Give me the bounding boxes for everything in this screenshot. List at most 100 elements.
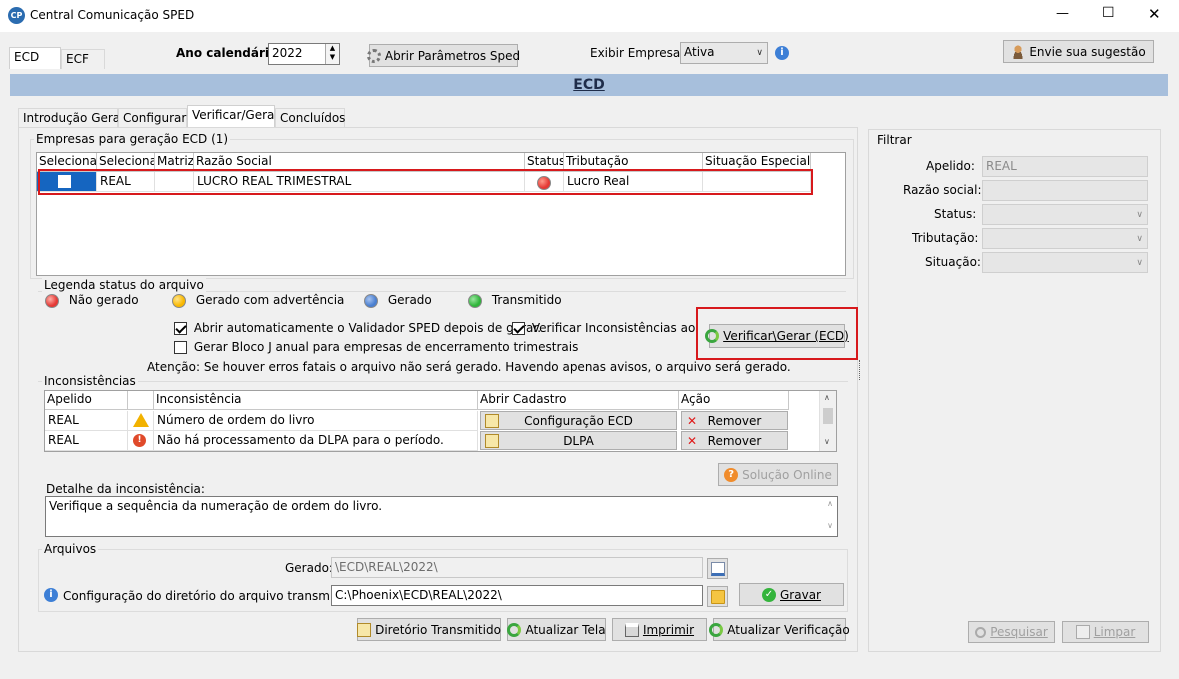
splitter-handle[interactable] bbox=[859, 360, 862, 380]
title-bar: CP Central Comunicação SPED — ☐ ✕ bbox=[0, 0, 1179, 32]
show-companies-select[interactable]: Ativa ∨ bbox=[680, 42, 768, 64]
filter-razao-label: Razão social: bbox=[903, 183, 982, 197]
generated-path-value: \ECD\REAL\2022\ bbox=[335, 560, 438, 574]
open-dlpa-button[interactable]: DLPA bbox=[480, 431, 677, 450]
browse-folder-button[interactable] bbox=[707, 586, 728, 607]
transmitted-dir-button[interactable]: Diretório Transmitido bbox=[357, 618, 501, 641]
print-label: Imprimir bbox=[642, 622, 695, 637]
filter-apelido-value: REAL bbox=[986, 159, 1017, 173]
refresh-screen-button[interactable]: Atualizar Tela bbox=[507, 618, 606, 641]
legend-item-gerado: Gerado bbox=[364, 293, 432, 308]
scroll-down-icon[interactable]: ∨ bbox=[824, 437, 830, 446]
auto-validator-label: Abrir automaticamente o Validador SPED d… bbox=[193, 321, 542, 335]
print-button[interactable]: Imprimir bbox=[612, 618, 707, 641]
detail-textarea[interactable]: Verifique a sequência da numeração de or… bbox=[45, 496, 838, 537]
legend-label: Gerado bbox=[387, 293, 432, 307]
legend-label: Transmitido bbox=[491, 293, 562, 307]
filter-status-label: Status: bbox=[934, 207, 977, 221]
edit-generated-button[interactable] bbox=[707, 558, 728, 579]
tab-concluidos[interactable]: Concluídos bbox=[275, 108, 345, 127]
tab-ecd[interactable]: ECD bbox=[9, 47, 61, 69]
filter-situacao-select[interactable]: ∨ bbox=[982, 252, 1148, 273]
check-icon: ✓ bbox=[762, 587, 776, 602]
col-abrir-cadastro[interactable]: Abrir Cadastro bbox=[478, 391, 679, 410]
scroll-up-icon[interactable]: ∧ bbox=[827, 499, 833, 508]
send-suggestion-label: Envie sua sugestão bbox=[1029, 44, 1146, 59]
open-params-label: Abrir Parâmetros Sped bbox=[384, 48, 521, 63]
config-dir-label: Configuração do diretório do arquivo tra… bbox=[63, 589, 361, 603]
auto-validator-checkbox[interactable] bbox=[174, 322, 187, 335]
legend-label: Não gerado bbox=[68, 293, 139, 307]
tab-ecf[interactable]: ECF bbox=[61, 49, 105, 69]
update-verification-label: Atualizar Verificação bbox=[727, 622, 850, 637]
tab-ecf-label: ECF bbox=[66, 52, 89, 66]
table-row[interactable]: REAL Número de ordem do livro Configuraç… bbox=[45, 411, 805, 431]
option-bloco-j[interactable]: Gerar Bloco J anual para empresas de enc… bbox=[174, 340, 578, 354]
search-icon bbox=[975, 626, 987, 638]
window-title: Central Comunicação SPED bbox=[30, 8, 195, 22]
check-inconsistencies-checkbox[interactable] bbox=[512, 322, 525, 335]
send-suggestion-button[interactable]: Envie sua sugestão bbox=[1003, 40, 1154, 63]
table-row[interactable]: REAL ! Não há processamento da DLPA para… bbox=[45, 431, 805, 451]
col-acao[interactable]: Ação bbox=[679, 391, 789, 410]
refresh-icon bbox=[507, 622, 522, 637]
maximize-button[interactable]: ☐ bbox=[1102, 5, 1115, 21]
tab-configurar-label: Configurar bbox=[123, 111, 187, 125]
filter-razao-input[interactable] bbox=[982, 180, 1148, 201]
chevron-down-icon: ∨ bbox=[1136, 233, 1143, 244]
remove-button[interactable]: ✕ Remover bbox=[681, 431, 788, 450]
eraser-icon bbox=[1075, 625, 1090, 639]
filter-status-select[interactable]: ∨ bbox=[982, 204, 1148, 225]
year-spinner[interactable]: ▲ ▼ bbox=[325, 44, 339, 64]
tab-introducao-label: Introdução Geral bbox=[23, 111, 124, 125]
bloco-j-checkbox[interactable] bbox=[174, 341, 187, 354]
open-params-button[interactable]: Abrir Parâmetros Sped bbox=[366, 44, 521, 67]
online-solution-button[interactable]: ? Solução Online bbox=[718, 463, 838, 486]
tab-introducao[interactable]: Introdução Geral bbox=[18, 108, 124, 127]
inc-apelido: REAL bbox=[45, 411, 128, 431]
open-config-ecd-button[interactable]: Configuração ECD bbox=[480, 411, 677, 430]
filter-apelido-input[interactable]: REAL bbox=[982, 156, 1148, 177]
close-button[interactable]: ✕ bbox=[1148, 5, 1161, 23]
remove-label: Remover bbox=[707, 433, 762, 448]
inc-level bbox=[128, 411, 154, 431]
attention-text: Atenção: Se houver erros fatais o arquiv… bbox=[147, 360, 791, 374]
remove-button[interactable]: ✕ Remover bbox=[681, 411, 788, 430]
col-apelido[interactable]: Apelido bbox=[45, 391, 128, 410]
user-icon bbox=[1011, 44, 1026, 59]
inconsistencies-scrollbar[interactable]: ∧ ∨ bbox=[819, 391, 836, 451]
tab-concluidos-label: Concluídos bbox=[280, 111, 346, 125]
save-button[interactable]: ✓ Gravar bbox=[739, 583, 844, 606]
clear-button[interactable]: Limpar bbox=[1062, 621, 1149, 643]
info-icon[interactable]: i bbox=[775, 46, 789, 60]
config-dir-input[interactable]: C:\Phoenix\ECD\REAL\2022\ bbox=[331, 585, 703, 606]
config-dir-value: C:\Phoenix\ECD\REAL\2022\ bbox=[335, 588, 502, 602]
generated-path-input[interactable]: \ECD\REAL\2022\ bbox=[331, 557, 703, 578]
section-header: ECD bbox=[10, 74, 1168, 96]
filter-tributacao-select[interactable]: ∨ bbox=[982, 228, 1148, 249]
search-button[interactable]: Pesquisar bbox=[968, 621, 1055, 643]
refresh-icon bbox=[709, 622, 724, 637]
green-dot-icon bbox=[468, 293, 482, 308]
tab-configurar[interactable]: Configurar bbox=[118, 108, 187, 127]
col-inconsistencia[interactable]: Inconsistência bbox=[154, 391, 478, 410]
scroll-thumb[interactable] bbox=[823, 408, 833, 424]
companies-group-title: Empresas para geração ECD (1) bbox=[34, 132, 231, 146]
tab-verificar-gerar[interactable]: Verificar/Gerar bbox=[187, 105, 279, 127]
inconsistencies-title: Inconsistências bbox=[42, 374, 138, 388]
scroll-down-icon[interactable]: ∨ bbox=[827, 521, 833, 530]
inconsistencies-grid[interactable]: Apelido Inconsistência Abrir Cadastro Aç… bbox=[44, 390, 837, 452]
generated-label: Gerado: bbox=[285, 561, 333, 575]
scroll-up-icon[interactable]: ∧ bbox=[824, 393, 830, 402]
update-verification-button[interactable]: Atualizar Verificação bbox=[709, 618, 850, 641]
year-input[interactable]: 2022 ▲ ▼ bbox=[268, 43, 340, 65]
gear-icon bbox=[366, 48, 381, 63]
legend-label: Gerado com advertência bbox=[195, 293, 345, 307]
minimize-button[interactable]: — bbox=[1056, 6, 1069, 21]
option-check-inconsistencies[interactable]: Verificar Inconsistências ao gerar bbox=[512, 321, 698, 335]
save-label: Gravar bbox=[780, 587, 821, 602]
show-companies-label: Exibir Empresas: bbox=[590, 46, 691, 60]
col-level bbox=[128, 391, 154, 410]
files-title: Arquivos bbox=[42, 542, 99, 556]
option-auto-validator[interactable]: Abrir automaticamente o Validador SPED d… bbox=[174, 321, 541, 335]
